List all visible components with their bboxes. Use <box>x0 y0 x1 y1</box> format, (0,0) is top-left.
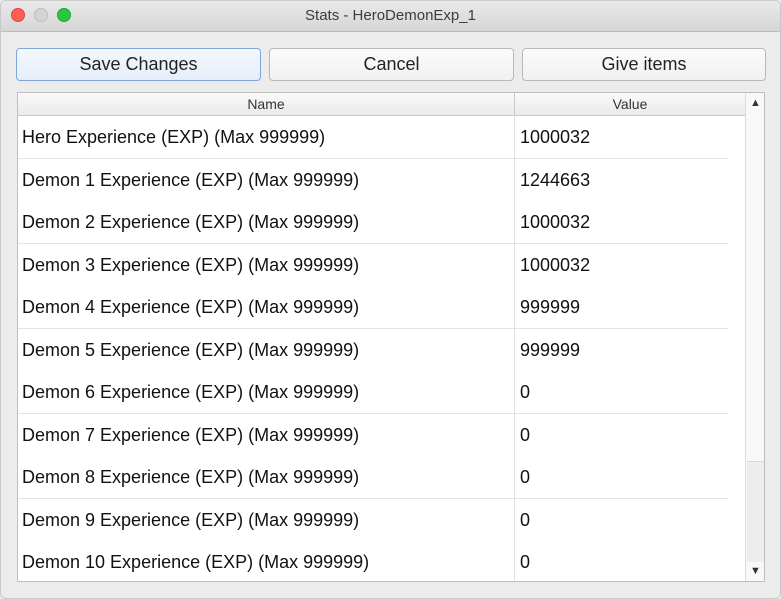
table-row[interactable]: Demon 6 Experience (EXP) (Max 999999) 0 <box>18 371 728 414</box>
row-name: Demon 6 Experience (EXP) (Max 999999) <box>22 382 360 402</box>
table-row[interactable]: Demon 1 Experience (EXP) (Max 999999) 12… <box>18 159 728 202</box>
save-changes-button[interactable]: Save Changes <box>16 48 261 81</box>
row-value[interactable]: 0 <box>520 414 725 456</box>
row-value[interactable]: 1000032 <box>520 116 725 158</box>
row-name: Demon 9 Experience (EXP) (Max 999999) <box>22 510 360 530</box>
row-value[interactable]: 0 <box>520 456 725 498</box>
stats-table: Name Value Hero Experience (EXP) (Max 99… <box>17 92 765 582</box>
row-value[interactable]: 1244663 <box>520 159 725 201</box>
scrollbar-thumb[interactable] <box>747 461 764 562</box>
row-name: Demon 5 Experience (EXP) (Max 999999) <box>22 340 360 360</box>
table-row[interactable]: Demon 3 Experience (EXP) (Max 999999) 10… <box>18 244 728 287</box>
row-value[interactable]: 1000032 <box>520 244 725 286</box>
row-name: Demon 10 Experience (EXP) (Max 999999) <box>22 552 370 572</box>
chevron-down-icon[interactable]: ▼ <box>746 561 764 581</box>
row-name: Demon 8 Experience (EXP) (Max 999999) <box>22 467 360 487</box>
row-name: Demon 7 Experience (EXP) (Max 999999) <box>22 425 360 445</box>
table-row[interactable]: Demon 9 Experience (EXP) (Max 999999) 0 <box>18 499 728 542</box>
table-row[interactable]: Hero Experience (EXP) (Max 999999) 10000… <box>18 116 728 159</box>
row-value[interactable]: 1000032 <box>520 201 725 243</box>
table-row[interactable]: Demon 2 Experience (EXP) (Max 999999) 10… <box>18 201 728 244</box>
row-value[interactable]: 0 <box>520 541 725 581</box>
column-divider <box>514 115 515 581</box>
row-name: Demon 2 Experience (EXP) (Max 999999) <box>22 212 360 232</box>
row-name: Demon 1 Experience (EXP) (Max 999999) <box>22 170 360 190</box>
column-header-value[interactable]: Value <box>515 93 745 115</box>
cancel-button[interactable]: Cancel <box>269 48 514 81</box>
table-header: Name Value <box>18 93 745 116</box>
row-name: Demon 3 Experience (EXP) (Max 999999) <box>22 255 360 275</box>
stats-window: Stats - HeroDemonExp_1 Save Changes Canc… <box>0 0 781 599</box>
table-row[interactable]: Demon 4 Experience (EXP) (Max 999999) 99… <box>18 286 728 329</box>
row-name: Demon 4 Experience (EXP) (Max 999999) <box>22 297 360 317</box>
give-items-button[interactable]: Give items <box>522 48 766 81</box>
table-row[interactable]: Demon 5 Experience (EXP) (Max 999999) 99… <box>18 329 728 372</box>
row-value[interactable]: 0 <box>520 371 725 413</box>
row-name: Hero Experience (EXP) (Max 999999) <box>22 127 326 147</box>
table-row[interactable]: Demon 10 Experience (EXP) (Max 999999) 0 <box>18 541 728 581</box>
table-row[interactable]: Demon 8 Experience (EXP) (Max 999999) 0 <box>18 456 728 499</box>
window-title: Stats - HeroDemonExp_1 <box>305 7 476 24</box>
row-value[interactable]: 0 <box>520 499 725 541</box>
column-header-name[interactable]: Name <box>18 93 515 115</box>
row-value[interactable]: 999999 <box>520 329 725 371</box>
row-value[interactable]: 999999 <box>520 286 725 328</box>
table-row[interactable]: Demon 7 Experience (EXP) (Max 999999) 0 <box>18 414 728 457</box>
chevron-up-icon[interactable]: ▲ <box>746 93 764 113</box>
vertical-scrollbar[interactable]: ▲ ▼ <box>745 93 764 581</box>
title-bar: Stats - HeroDemonExp_1 <box>1 1 780 32</box>
